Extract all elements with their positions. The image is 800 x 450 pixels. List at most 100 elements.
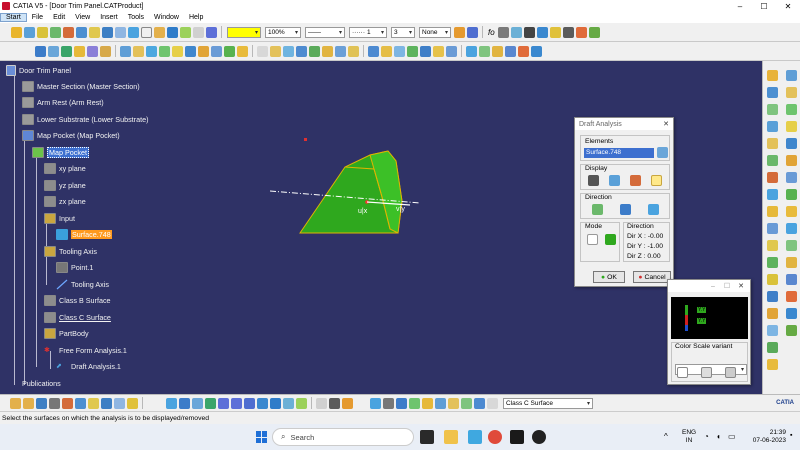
projection-icon[interactable] xyxy=(786,121,797,132)
color-scale-minimize-button[interactable]: – xyxy=(706,283,720,290)
color-scale-maximize-button[interactable]: ☐ xyxy=(720,282,734,290)
compass-icon[interactable] xyxy=(167,26,178,38)
rotate-icon[interactable] xyxy=(205,397,216,409)
helix-icon[interactable] xyxy=(786,274,797,285)
swap-visible-icon[interactable] xyxy=(296,397,307,409)
undo-icon[interactable] xyxy=(102,26,113,38)
multi-section-icon[interactable] xyxy=(368,45,379,57)
transparency-combo[interactable]: 100% ▾ xyxy=(265,26,301,38)
save-icon[interactable] xyxy=(36,397,47,409)
close-button[interactable]: ✕ xyxy=(776,2,800,11)
point-icon[interactable] xyxy=(257,45,268,57)
select-icon[interactable] xyxy=(35,45,46,57)
projection-icon[interactable] xyxy=(296,45,307,57)
circle-icon[interactable] xyxy=(322,45,333,57)
paste-icon[interactable] xyxy=(88,397,99,409)
knowledge-icon[interactable] xyxy=(549,26,561,38)
tree-item-master-section[interactable]: Master Section (Master Section) xyxy=(22,80,140,92)
windows-start-icon[interactable] xyxy=(256,431,268,443)
color-scale-close-button[interactable]: ✕ xyxy=(734,282,748,290)
tree-item-tooling-axis[interactable]: Tooling Axis xyxy=(56,278,109,290)
layer-icon[interactable] xyxy=(461,397,472,409)
current-set-combo[interactable]: Class C Surface ▾ xyxy=(503,397,593,409)
light-icon[interactable] xyxy=(37,26,48,38)
draft-icon[interactable] xyxy=(767,172,778,183)
clock[interactable]: 21:39 07-06-2023 xyxy=(744,429,786,445)
boundary-icon[interactable] xyxy=(394,45,405,57)
light-icon[interactable] xyxy=(767,274,778,285)
tree-item-tooling-axis-set[interactable]: Tooling Axis xyxy=(44,245,97,257)
spline-icon[interactable] xyxy=(335,45,346,57)
connect-curve-icon[interactable] xyxy=(786,223,797,234)
grid-icon[interactable] xyxy=(487,397,498,409)
wire-icon[interactable] xyxy=(518,45,529,57)
parallel-curve-icon[interactable] xyxy=(786,189,797,200)
curvature-icon[interactable] xyxy=(767,155,778,166)
shading-icon[interactable] xyxy=(270,397,281,409)
tree-item-lower-substrate[interactable]: Lower Substrate (Lower Substrate) xyxy=(22,113,148,125)
sweep-icon[interactable] xyxy=(50,26,61,38)
save-scale-icon[interactable] xyxy=(725,367,736,378)
cube-icon[interactable] xyxy=(206,26,217,38)
porcupine-icon[interactable] xyxy=(767,325,778,336)
catia-taskbar-icon[interactable] xyxy=(510,430,524,444)
new-icon[interactable] xyxy=(10,397,21,409)
line-type-combo[interactable]: ······ 1 ▾ xyxy=(349,26,387,38)
scene-icon[interactable] xyxy=(422,397,433,409)
symmetry-icon[interactable] xyxy=(211,45,222,57)
tree-item-draft-analysis[interactable]: ⬈ Draft Analysis.1 xyxy=(56,360,121,372)
curve-icon[interactable] xyxy=(61,45,72,57)
iso-view-icon[interactable] xyxy=(492,45,503,57)
copy-icon[interactable] xyxy=(76,26,87,38)
language-indicator[interactable]: ENG IN xyxy=(682,429,696,445)
tree-item-surface-748[interactable]: Surface.748 xyxy=(56,228,112,240)
fill-icon[interactable] xyxy=(100,45,111,57)
filter-icon[interactable] xyxy=(448,397,459,409)
zoom-out-icon[interactable] xyxy=(231,397,242,409)
render-icon[interactable] xyxy=(505,45,516,57)
reflect-icon[interactable] xyxy=(767,223,778,234)
plane-icon[interactable] xyxy=(283,45,294,57)
tree-item-input[interactable]: Input xyxy=(44,212,75,224)
open-icon[interactable] xyxy=(23,397,34,409)
tree-item-map-pocket[interactable]: Map Pocket xyxy=(32,146,89,158)
compass-icon[interactable] xyxy=(316,397,327,409)
tree-item-map-pocket-instance[interactable]: Map Pocket (Map Pocket) xyxy=(22,129,120,141)
maximize-button[interactable]: ☐ xyxy=(752,2,776,11)
environment-icon[interactable] xyxy=(767,257,778,268)
camera-icon[interactable] xyxy=(497,26,509,38)
rotate-icon[interactable] xyxy=(198,45,209,57)
tree-item-partbody[interactable]: PartBody xyxy=(44,327,89,339)
whats-this-icon[interactable] xyxy=(127,397,138,409)
parameter-icon[interactable] xyxy=(588,26,600,38)
tree-item-xy-plane[interactable]: xy plane xyxy=(44,162,86,174)
display-light-icon[interactable] xyxy=(651,175,662,186)
combine-icon[interactable] xyxy=(786,138,797,149)
connect-icon[interactable] xyxy=(767,104,778,115)
snapshot-icon[interactable] xyxy=(435,397,446,409)
new-scale-icon[interactable] xyxy=(677,367,688,378)
tile-icon[interactable] xyxy=(141,26,152,38)
extract-icon[interactable] xyxy=(159,45,170,57)
normal-view-icon[interactable] xyxy=(466,45,477,57)
highlight-icon[interactable] xyxy=(767,240,778,251)
dialog-close-button[interactable]: ✕ xyxy=(659,120,673,128)
hidden-icon[interactable] xyxy=(531,45,542,57)
pan-icon[interactable] xyxy=(446,45,457,57)
line-icon[interactable] xyxy=(270,45,281,57)
properties-icon[interactable] xyxy=(474,397,485,409)
tree-root[interactable]: Door Trim Panel xyxy=(6,64,71,76)
mapping-icon[interactable] xyxy=(767,121,778,132)
point-icon[interactable] xyxy=(786,70,797,81)
macro-icon[interactable] xyxy=(523,26,535,38)
hide-show-icon[interactable] xyxy=(193,26,204,38)
compass-direction-icon[interactable] xyxy=(592,204,603,215)
taskbar-search[interactable]: ⌕ Search xyxy=(272,428,414,446)
tree-item-free-form-analysis[interactable]: ✱ Free Form Analysis.1 xyxy=(44,344,127,356)
scale-icon[interactable] xyxy=(224,45,235,57)
corner-icon[interactable] xyxy=(786,206,797,217)
menu-help[interactable]: Help xyxy=(184,14,208,21)
sketch-icon[interactable] xyxy=(48,45,59,57)
helix-icon[interactable] xyxy=(348,45,359,57)
intersection-icon[interactable] xyxy=(786,172,797,183)
